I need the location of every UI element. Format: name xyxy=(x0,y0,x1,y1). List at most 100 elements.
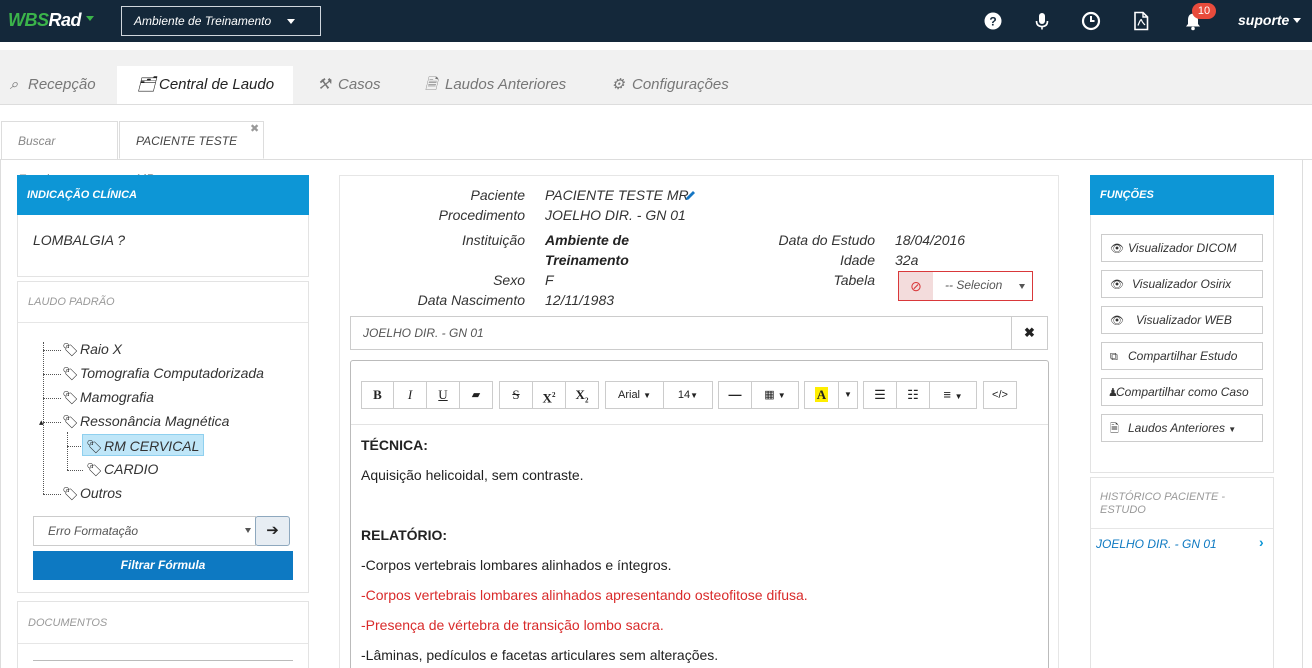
button-label: Laudos Anteriores xyxy=(1128,421,1225,435)
tree-item-outros[interactable]: 🏷︎Outros xyxy=(62,482,122,504)
apply-formula-button[interactable]: ➔ xyxy=(255,516,290,546)
align-dropdown[interactable]: ≡ ▼ xyxy=(929,381,977,409)
eye-slash-icon: 👁︎ xyxy=(1110,315,1124,327)
value-data-nascimento: 12/11/1983 xyxy=(545,292,615,308)
tree-line xyxy=(67,432,68,470)
content-border-left xyxy=(0,159,1,668)
toolbar-divider xyxy=(351,424,1048,425)
highlight-color-dropdown[interactable]: ▼ xyxy=(838,381,858,409)
logo-text-wbs: WBS xyxy=(8,10,49,30)
tree-item-cardio[interactable]: 🏷︎CARDIO xyxy=(86,458,158,480)
logo-caret-icon[interactable] xyxy=(86,16,94,21)
pdf-icon[interactable] xyxy=(1131,11,1151,31)
clinical-header: INDICAÇÃO CLÍNICA xyxy=(17,175,309,215)
value-procedimento: JOELHO DIR. - GN 01 xyxy=(545,207,686,223)
tab-laudos-anteriores[interactable]: 🗎 Laudos Anteriores xyxy=(417,66,587,104)
tree-item-tomografia[interactable]: 🏷︎Tomografia Computadorizada xyxy=(62,362,264,384)
filter-formula-button[interactable]: Filtrar Fórmula xyxy=(33,551,293,580)
visualizador-osirix-button[interactable]: 👁︎ Visualizador Osirix xyxy=(1101,270,1263,298)
highlight-color-button[interactable]: A xyxy=(804,381,839,409)
underline-button[interactable]: U xyxy=(426,381,460,409)
label-procedimento: Procedimento xyxy=(438,207,525,223)
visualizador-dicom-button[interactable]: 👁︎ Visualizador DICOM xyxy=(1101,234,1263,262)
close-tab-icon[interactable]: ✖ xyxy=(250,122,259,135)
user-menu[interactable]: suporte xyxy=(1238,12,1289,28)
gavel-icon: ⚒ xyxy=(317,76,331,93)
caret-down-icon: ▼ xyxy=(643,391,651,400)
italic-button[interactable]: I xyxy=(393,381,427,409)
laudos-anteriores-dropdown[interactable]: 🗎 Laudos Anteriores ▼ xyxy=(1101,414,1263,442)
editor-line: -Corpos vertebrais lombares alinhados e … xyxy=(361,557,672,573)
eraser-button[interactable]: ▰ xyxy=(459,381,493,409)
subtab-paciente[interactable]: PACIENTE TESTE MR xyxy=(119,121,264,186)
edit-pencil-icon[interactable] xyxy=(684,189,697,202)
tab-central-de-laudo[interactable]: 🗂 Central de Laudo xyxy=(117,66,293,104)
logo-text-rad: Rad xyxy=(48,10,82,30)
subtab-buscar-estudos[interactable]: Buscar Estudos xyxy=(1,121,118,186)
tag-icon: 🏷︎ xyxy=(62,366,79,381)
font-family-dropdown[interactable]: Arial ▼ xyxy=(605,381,664,409)
editor-line: Aquisição helicoidal, sem contraste. xyxy=(361,467,584,483)
tab-recepcao[interactable]: ⌕ Recepção xyxy=(0,66,114,104)
button-label: Visualizador WEB xyxy=(1136,313,1232,327)
eye-icon: 👁︎ xyxy=(1110,279,1124,291)
tree-line xyxy=(67,446,83,447)
microphone-icon[interactable] xyxy=(1032,11,1052,31)
select-caret-icon xyxy=(1019,284,1025,289)
tree-label: CARDIO xyxy=(104,461,159,477)
bold-button[interactable]: B xyxy=(361,381,394,409)
button-label: Compartilhar Estudo xyxy=(1128,349,1238,363)
tree-item-ressonancia[interactable]: 🏷︎Ressonância Magnética xyxy=(62,410,229,432)
tree-item-rm-cervical[interactable]: 🏷︎RM CERVICAL xyxy=(82,434,205,456)
tab-casos[interactable]: ⚒ Casos xyxy=(310,66,400,104)
history-header-line2: ESTUDO xyxy=(1100,504,1146,516)
tab-label: Central de Laudo xyxy=(159,76,275,93)
align-icon: ≡ xyxy=(943,387,952,402)
font-family-value: Arial xyxy=(618,389,641,401)
editor-line-red: -Presença de vértebra de transição lombo… xyxy=(361,617,664,633)
tab-label: Laudos Anteriores xyxy=(445,76,567,93)
chevron-right-icon[interactable]: › xyxy=(1259,534,1264,550)
history-item[interactable]: JOELHO DIR. - GN 01 xyxy=(1096,537,1217,551)
compartilhar-caso-button[interactable]: ♟Compartilhar como Caso xyxy=(1101,378,1263,406)
bullet-list-button[interactable]: ☰ xyxy=(863,381,897,409)
content-border-right xyxy=(1302,159,1303,668)
documents-input[interactable] xyxy=(33,660,293,661)
superscript-button[interactable]: X2 xyxy=(532,381,566,409)
tree-label: RM CERVICAL xyxy=(104,438,200,454)
app-logo[interactable]: WBSRad xyxy=(8,10,82,31)
eraser-icon: ▰ xyxy=(471,389,481,401)
help-icon[interactable]: ? xyxy=(983,11,1003,31)
horizontal-rule-button[interactable]: — xyxy=(718,381,752,409)
tree-item-raio-x[interactable]: 🏷︎Raio X xyxy=(62,338,122,360)
numbered-list-button[interactable]: ☷ xyxy=(896,381,930,409)
tab-configuracoes[interactable]: ⚙ Configurações xyxy=(604,66,764,104)
tag-icon: 🏷︎ xyxy=(62,486,79,501)
editor-heading-tecnica: TÉCNICA: xyxy=(361,437,428,453)
tabela-select-value: -- Selecion xyxy=(945,278,1003,292)
clear-procedure-button[interactable]: ✖ xyxy=(1011,317,1047,349)
tree-label: Tomografia Computadorizada xyxy=(80,365,264,381)
code-view-button[interactable]: </> xyxy=(983,381,1017,409)
subscript-button[interactable]: X2 xyxy=(565,381,599,409)
compartilhar-estudo-button[interactable]: ⧉ Compartilhar Estudo xyxy=(1101,342,1263,370)
tree-expand-icon[interactable]: ▴ xyxy=(39,417,44,428)
clock-icon[interactable] xyxy=(1081,11,1101,31)
tree-line xyxy=(67,470,83,471)
table-dropdown[interactable]: ▦ ▼ xyxy=(751,381,799,409)
visualizador-web-button[interactable]: 👁︎ Visualizador WEB xyxy=(1101,306,1263,334)
tab-label: Recepção xyxy=(28,76,96,93)
strikethrough-button[interactable]: S xyxy=(499,381,533,409)
select-caret-icon xyxy=(245,528,251,533)
procedure-bar-text: JOELHO DIR. - GN 01 xyxy=(363,326,484,340)
tree-item-mamografia[interactable]: 🏷︎Mamografia xyxy=(62,386,154,408)
formula-select[interactable]: Erro Formatação xyxy=(33,516,256,546)
editor-line-red: -Corpos vertebrais lombares alinhados ap… xyxy=(361,587,808,603)
caret-down-icon: ▼ xyxy=(844,390,852,399)
eye-icon: 👁︎ xyxy=(1110,243,1124,255)
tree-line xyxy=(43,350,61,351)
search-icon: ⌕ xyxy=(9,76,19,93)
close-icon: ✖ xyxy=(1024,325,1035,340)
font-size-dropdown[interactable]: 14▼ xyxy=(663,381,713,409)
label-data-estudo: Data do Estudo xyxy=(778,232,875,248)
